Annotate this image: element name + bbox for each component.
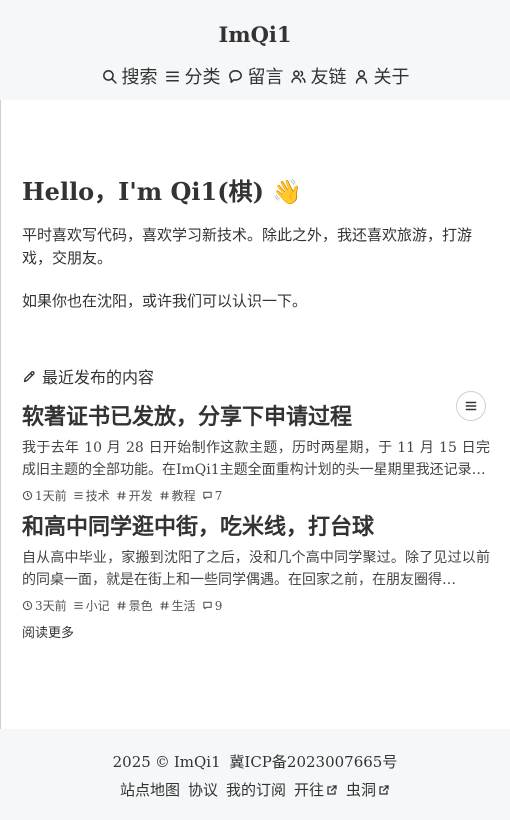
post-meta: 3天前 小记 景色 生活 9 [22,597,490,614]
post-time: 1天前 [22,487,67,504]
post-category[interactable]: 小记 [73,597,110,614]
post-tag-label: 教程 [171,489,196,503]
post-tag[interactable]: 景色 [116,597,153,614]
post-tag-label: 景色 [128,599,153,613]
nav-label-categories: 分类 [184,67,221,88]
post-category[interactable]: 技术 [73,487,110,504]
post-card: 软著证书已发放，分享下申请过程 我于去年 10 月 28 日开始制作这款主题，历… [22,403,490,504]
footer-link-label: 开往 [294,781,325,799]
intro-greeting: Hello，I'm Qi1(棋) 👋 [22,177,303,206]
footer-link-wormhole[interactable]: 虫洞 [346,779,390,800]
footer-link-license[interactable]: 协议 [188,779,218,800]
post-tag-label: 开发 [128,489,153,503]
intro-paragraph: 平时喜欢写代码，喜欢学习新技术。除此之外，我还喜欢旅游，打游戏，交朋友。 [22,226,473,267]
post-excerpt: 我于去年 10 月 28 日开始制作这款主题，历时两星期，于 11 月 15 日… [22,440,490,478]
site-footer: 2025 © ImQi1 冀ICP备2023007665号 站点地图 协议 我的订阅… [0,729,510,820]
comment-icon [202,491,212,500]
footer-link-label: 站点地图 [119,781,180,799]
copyright-owner[interactable]: ImQi1 [174,753,221,771]
chat-bubble-icon [228,69,242,83]
post-comments-count: 9 [214,598,223,613]
post-title[interactable]: 和高中同学逛中街，吃米线，打台球 [22,513,490,541]
intro-location-paragraph: 如果你也在沈阳，或许我们可以认识一下。 [22,292,308,310]
post-category-label: 技术 [85,489,110,503]
footer-link-travellings[interactable]: 开往 [294,779,338,800]
post-time-label: 3天前 [35,599,67,613]
post-meta: 1天前 技术 开发 教程 7 [22,487,490,504]
clock-icon [22,600,33,611]
post-tag[interactable]: 开发 [116,487,153,504]
icp-record-link[interactable]: 冀ICP备2023007665号 [229,753,397,771]
hash-icon [159,491,169,500]
nav-label-search: 搜索 [121,67,158,88]
footer-link-label: 协议 [187,781,218,799]
post-comments[interactable]: 7 [202,488,223,503]
external-link-icon [327,784,337,795]
nav-item-guestbook[interactable]: 留言 [227,63,284,89]
nav-item-about[interactable]: 关于 [353,63,410,89]
post-card: 和高中同学逛中街，吃米线，打台球 自从高中毕业，家搬到沈阳了之后，没和几个高中同… [22,513,490,614]
footer-link-label: 虫洞 [346,781,377,799]
copyright-year: 2025 [112,753,151,771]
site-header: ImQi1 搜索 分类 留言 友链 关于 [0,0,510,100]
post-comments[interactable]: 9 [202,598,223,613]
clock-icon [22,490,33,501]
menu-icon [165,70,179,82]
hash-icon [159,601,169,610]
nav-label-about: 关于 [373,67,410,88]
recent-posts-heading: 最近发布的内容 [22,364,154,388]
footer-links: 站点地图 协议 我的订阅 开往 虫洞 [0,779,510,800]
post-excerpt: 自从高中毕业，家搬到沈阳了之后，没和几个高中同学聚过。除了见过以前的同桌一面，就… [22,550,490,588]
nav-item-search[interactable]: 搜索 [101,63,158,89]
footer-link-sitemap[interactable]: 站点地图 [120,779,180,800]
nav-label-guestbook: 留言 [247,67,284,88]
post-tag[interactable]: 教程 [159,487,196,504]
copyright-symbol: © [154,753,170,771]
post-time-label: 1天前 [35,489,67,503]
footer-link-subscription[interactable]: 我的订阅 [226,779,286,800]
search-icon [102,69,117,84]
menu-icon [73,602,83,609]
friends-icon [290,69,306,83]
nav-label-friends: 友链 [310,67,347,88]
main-nav: 搜索 分类 留言 友链 关于 [0,63,510,89]
post-comments-count: 7 [214,488,223,503]
pencil-icon [23,370,35,382]
footer-link-label: 我的订阅 [225,781,286,799]
hash-icon [116,491,126,500]
post-title[interactable]: 软著证书已发放，分享下申请过程 [22,403,490,431]
external-link-icon [379,784,389,795]
read-more-link[interactable]: 阅读更多 [22,622,74,641]
post-time: 3天前 [22,597,67,614]
page-left-border [0,0,1,820]
post-tag-label: 生活 [171,599,196,613]
nav-item-categories[interactable]: 分类 [164,63,221,89]
post-category-label: 小记 [85,599,110,613]
post-tag[interactable]: 生活 [159,597,196,614]
menu-icon [73,492,83,499]
recent-heading-label: 最近发布的内容 [42,368,155,387]
site-title[interactable]: ImQi1 [0,22,510,47]
user-icon [355,69,367,84]
copyright-line: 2025 © ImQi1 冀ICP备2023007665号 [0,751,510,772]
nav-item-friends[interactable]: 友链 [290,63,347,89]
hash-icon [116,601,126,610]
comment-icon [202,601,212,610]
